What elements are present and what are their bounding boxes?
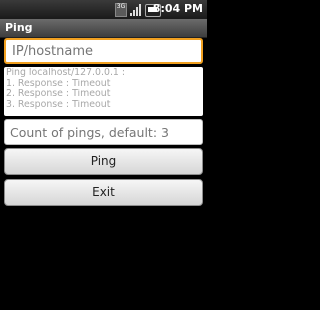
ping-output: Ping localhost/127.0.0.1 : 1. Response :… [4, 67, 203, 116]
hostname-input[interactable] [4, 38, 203, 64]
app-title: Ping [5, 21, 33, 34]
data-3g-icon: 3G [115, 3, 127, 17]
output-line: 1. Response : Timeout [6, 78, 111, 89]
output-line: Ping localhost/127.0.0.1 : [6, 68, 126, 78]
ping-count-input[interactable] [4, 119, 203, 145]
title-bar: Ping [0, 19, 207, 38]
signal-icon [130, 4, 142, 16]
status-bar: 3G 8:04 PM [0, 0, 207, 19]
ping-button[interactable]: Ping [4, 148, 203, 175]
output-line: 2. Response : Timeout [6, 89, 111, 99]
exit-button[interactable]: Exit [4, 179, 203, 206]
output-line: 3. Response : Timeout [6, 99, 111, 110]
status-clock: 8:04 PM [152, 2, 203, 15]
